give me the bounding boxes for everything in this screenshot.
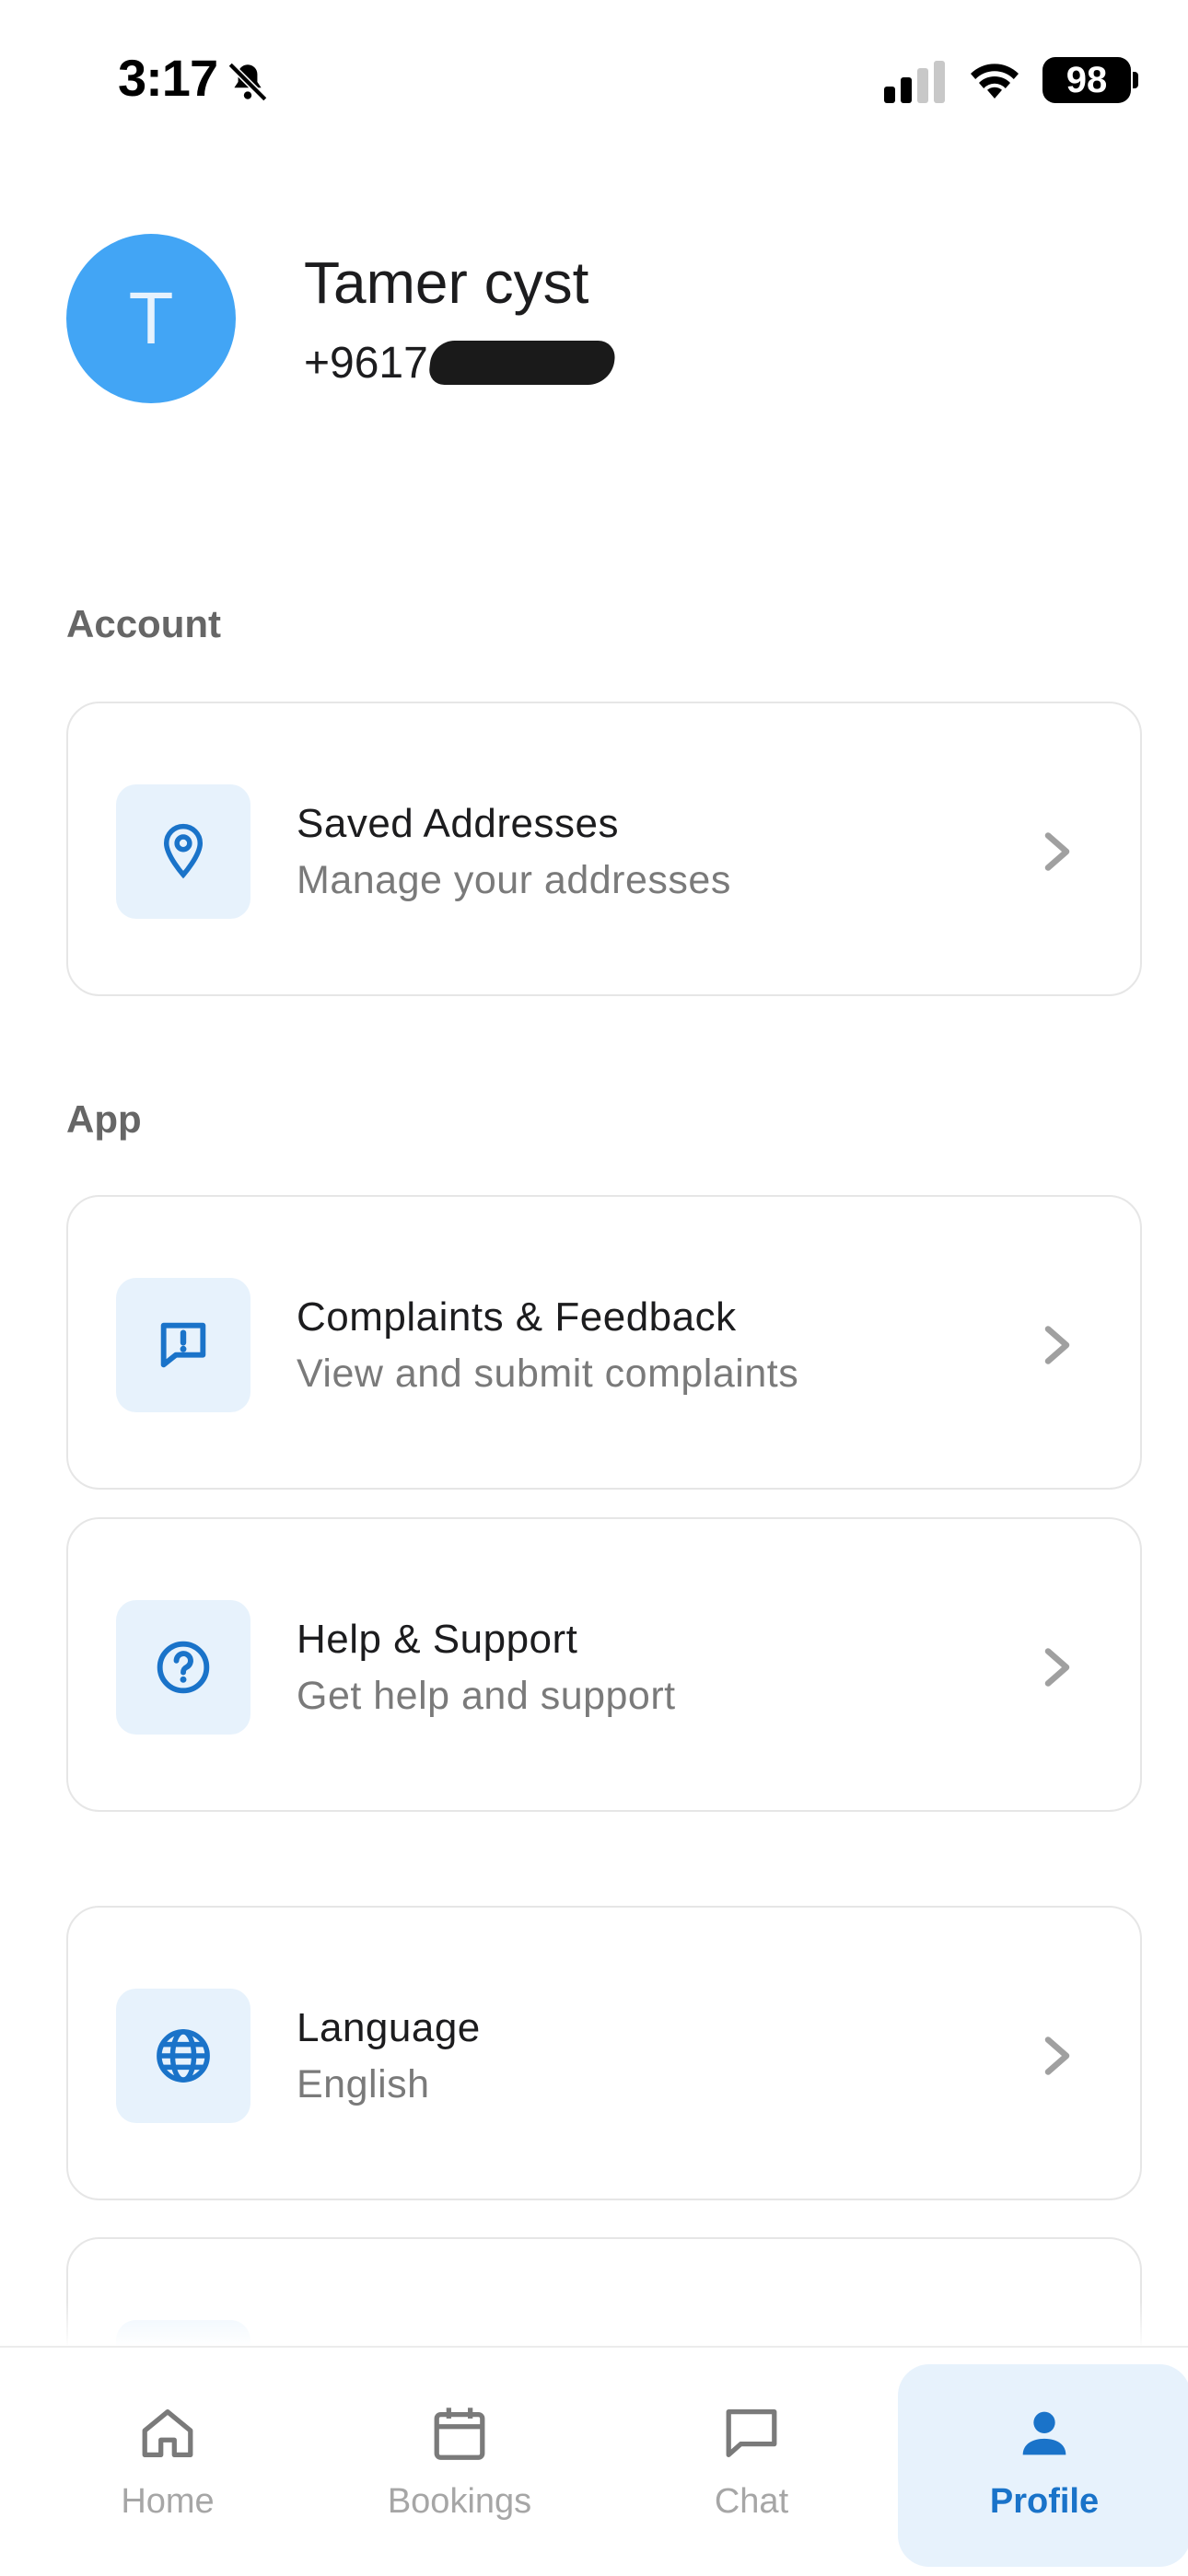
icon-box	[116, 1989, 250, 2123]
card-subtitle: English	[297, 2062, 430, 2106]
nav-label: Home	[121, 2482, 215, 2521]
battery-indicator: 98	[1042, 57, 1131, 103]
icon-box	[116, 784, 250, 919]
location-pin-icon	[163, 823, 204, 879]
card-subtitle: Get help and support	[297, 1674, 676, 1718]
profile-phone-row: +9617	[304, 335, 617, 390]
cellular-signal-icon	[884, 61, 945, 103]
nav-label: Bookings	[387, 2482, 532, 2521]
complaints-feedback-card[interactable]: Complaints & Feedback View and submit co…	[66, 1195, 1142, 1490]
redaction-mark	[427, 341, 617, 385]
feedback-icon	[160, 1322, 206, 1368]
language-card[interactable]: Language English	[66, 1906, 1142, 2200]
profile-phone: +9617	[304, 338, 428, 388]
card-title: Language	[297, 2005, 481, 2050]
chevron-right-icon	[1044, 1648, 1070, 1687]
nav-label: Chat	[714, 2482, 789, 2521]
chevron-right-icon	[1044, 1326, 1070, 1364]
nav-profile[interactable]: Profile	[898, 2364, 1188, 2567]
card-title: Help & Support	[297, 1617, 578, 1662]
icon-box	[116, 1600, 250, 1735]
nav-home[interactable]: Home	[21, 2364, 314, 2567]
help-circle-icon	[157, 1641, 210, 1694]
section-header-account: Account	[66, 602, 221, 645]
profile-name: Tamer cyst	[304, 249, 589, 316]
chat-bubble-icon	[726, 2409, 777, 2457]
calendar-icon	[434, 2408, 485, 2460]
card-subtitle: View and submit complaints	[297, 1352, 799, 1396]
wifi-icon	[971, 64, 1019, 99]
person-icon	[1022, 2411, 1066, 2455]
card-title: Complaints & Feedback	[297, 1294, 737, 1340]
bottom-nav: Home Bookings Chat Profile	[0, 2346, 1188, 2576]
avatar: T	[66, 234, 236, 403]
home-icon	[142, 2409, 193, 2457]
section-header-app: App	[66, 1097, 142, 1141]
nav-chat[interactable]: Chat	[605, 2364, 898, 2567]
card-subtitle: Manage your addresses	[297, 858, 731, 902]
scroll-fade	[0, 2302, 1188, 2348]
status-bar: 3:17 98	[0, 0, 1188, 157]
globe-icon	[157, 2029, 210, 2083]
icon-box	[116, 1278, 250, 1412]
nav-label: Profile	[989, 2482, 1100, 2521]
chevron-right-icon	[1044, 2036, 1070, 2075]
bell-muted-icon	[227, 62, 268, 102]
battery-tip	[1133, 72, 1138, 88]
help-support-card[interactable]: Help & Support Get help and support	[66, 1517, 1142, 1812]
chevron-right-icon	[1044, 832, 1070, 871]
status-time: 3:17	[118, 49, 218, 107]
card-title: Saved Addresses	[297, 801, 619, 846]
saved-addresses-card[interactable]: Saved Addresses Manage your addresses	[66, 702, 1142, 996]
nav-bookings[interactable]: Bookings	[313, 2364, 606, 2567]
